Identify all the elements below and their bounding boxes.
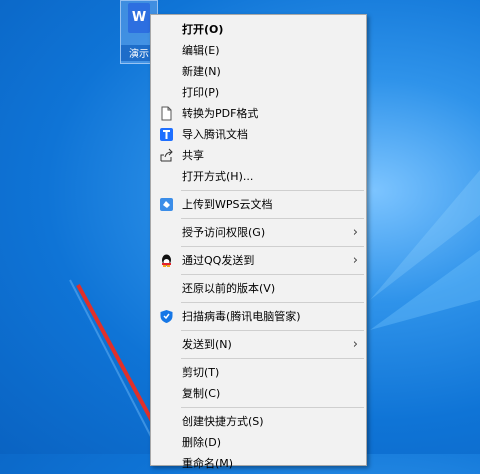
menu-item-label: 还原以前的版本(V) — [182, 282, 276, 295]
menu-item-open-with[interactable]: 打开方式(H)... — [151, 166, 366, 187]
menu-separator — [181, 190, 364, 191]
menu-item-upload-wps[interactable]: 上传到WPS云文档 — [151, 194, 366, 215]
chevron-right-icon: › — [352, 253, 358, 268]
word-document-icon: W — [128, 3, 150, 33]
menu-item-label: 扫描病毒(腾讯电脑管家) — [182, 310, 301, 323]
menu-separator — [181, 218, 364, 219]
menu-item-label: 打开方式(H)... — [182, 170, 254, 183]
menu-item-rename[interactable]: 重命名(M) — [151, 453, 366, 474]
menu-item-open[interactable]: 打开(O) — [151, 19, 366, 40]
menu-separator — [181, 302, 364, 303]
menu-item-new[interactable]: 新建(N) — [151, 61, 366, 82]
menu-item-label: 打开(O) — [182, 23, 224, 36]
menu-item-import-tencent-docs[interactable]: 导入腾讯文档 — [151, 124, 366, 145]
menu-item-label: 重命名(M) — [182, 457, 234, 470]
tencent-docs-icon — [160, 128, 173, 141]
menu-item-label: 剪切(T) — [182, 366, 220, 379]
menu-item-convert-pdf[interactable]: 转换为PDF格式 — [151, 103, 366, 124]
menu-item-scan-virus[interactable]: 扫描病毒(腾讯电脑管家) — [151, 306, 366, 327]
menu-item-label: 导入腾讯文档 — [182, 128, 248, 141]
menu-item-label: 打印(P) — [182, 86, 220, 99]
menu-item-label: 删除(D) — [182, 436, 222, 449]
menu-item-print[interactable]: 打印(P) — [151, 82, 366, 103]
menu-separator — [181, 274, 364, 275]
menu-item-delete[interactable]: 删除(D) — [151, 432, 366, 453]
menu-item-grant-access[interactable]: 授予访问权限(G) › — [151, 222, 366, 243]
share-icon — [160, 148, 173, 162]
menu-item-send-to[interactable]: 发送到(N) › — [151, 334, 366, 355]
menu-item-label: 编辑(E) — [182, 44, 220, 57]
menu-item-label: 通过QQ发送到 — [182, 254, 255, 267]
shield-icon — [160, 310, 173, 323]
menu-separator — [181, 407, 364, 408]
menu-item-share[interactable]: 共享 — [151, 145, 366, 166]
qq-penguin-icon — [162, 254, 171, 267]
menu-item-label: 创建快捷方式(S) — [182, 415, 264, 428]
menu-separator — [181, 330, 364, 331]
menu-item-cut[interactable]: 剪切(T) — [151, 362, 366, 383]
context-menu: 打开(O) 编辑(E) 新建(N) 打印(P) 转换为PDF格式 导入腾讯文档 … — [150, 14, 367, 470]
menu-item-label: 发送到(N) — [182, 338, 232, 351]
menu-item-copy[interactable]: 复制(C) — [151, 383, 366, 404]
wps-cloud-icon — [160, 198, 173, 211]
menu-item-label: 上传到WPS云文档 — [182, 198, 273, 211]
menu-item-label: 共享 — [182, 149, 204, 162]
menu-item-label: 转换为PDF格式 — [182, 107, 259, 120]
menu-item-label: 授予访问权限(G) — [182, 226, 266, 239]
menu-separator — [181, 358, 364, 359]
chevron-right-icon: › — [352, 337, 358, 352]
menu-item-edit[interactable]: 编辑(E) — [151, 40, 366, 61]
chevron-right-icon: › — [352, 225, 358, 240]
menu-separator — [181, 246, 364, 247]
menu-item-restore-versions[interactable]: 还原以前的版本(V) — [151, 278, 366, 299]
menu-item-label: 复制(C) — [182, 387, 221, 400]
menu-item-create-shortcut[interactable]: 创建快捷方式(S) — [151, 411, 366, 432]
document-icon — [161, 106, 172, 121]
menu-item-label: 新建(N) — [182, 65, 221, 78]
menu-item-send-via-qq[interactable]: 通过QQ发送到 › — [151, 250, 366, 271]
